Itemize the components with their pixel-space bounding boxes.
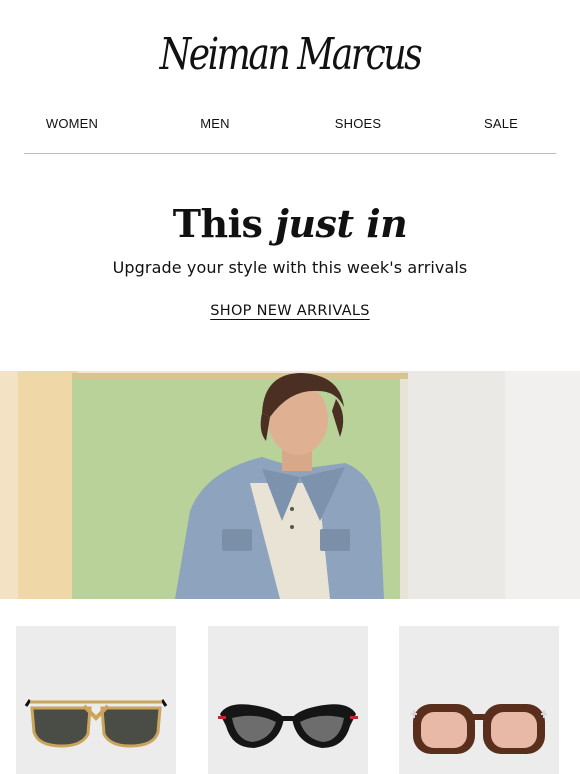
promo-headline: This just in <box>0 198 580 250</box>
cat-eye-sunglasses-black-icon <box>208 626 368 774</box>
nav-item-sale[interactable]: SALE <box>484 116 518 131</box>
brand-logo[interactable]: Neiman Marcus <box>160 22 423 88</box>
aviator-sunglasses-gold-icon <box>16 626 176 774</box>
promo-subheadline: Upgrade your style with this week's arri… <box>112 258 468 277</box>
shop-new-arrivals-link[interactable]: SHOP NEW ARRIVALS <box>210 303 369 319</box>
nav-item-women[interactable]: WOMEN <box>46 116 98 131</box>
headline-regular: This <box>172 201 263 246</box>
product-card[interactable] <box>399 626 559 774</box>
nav-item-shoes[interactable]: SHOES <box>335 116 382 131</box>
hero-image[interactable] <box>0 371 580 599</box>
nav-divider <box>24 153 556 154</box>
headline-italic: just in <box>275 201 408 246</box>
logo-container: Neiman Marcus <box>0 22 580 88</box>
nav-item-men[interactable]: MEN <box>200 116 230 131</box>
cta-container: SHOP NEW ARRIVALS <box>0 302 580 320</box>
product-grid <box>0 626 580 774</box>
product-card[interactable] <box>16 626 176 774</box>
product-card[interactable] <box>208 626 368 774</box>
main-nav: WOMEN MEN SHOES SALE <box>0 116 580 136</box>
oversized-sunglasses-tortoise-icon <box>399 626 559 774</box>
hero-photo-man-denim-jacket-icon <box>0 371 580 599</box>
